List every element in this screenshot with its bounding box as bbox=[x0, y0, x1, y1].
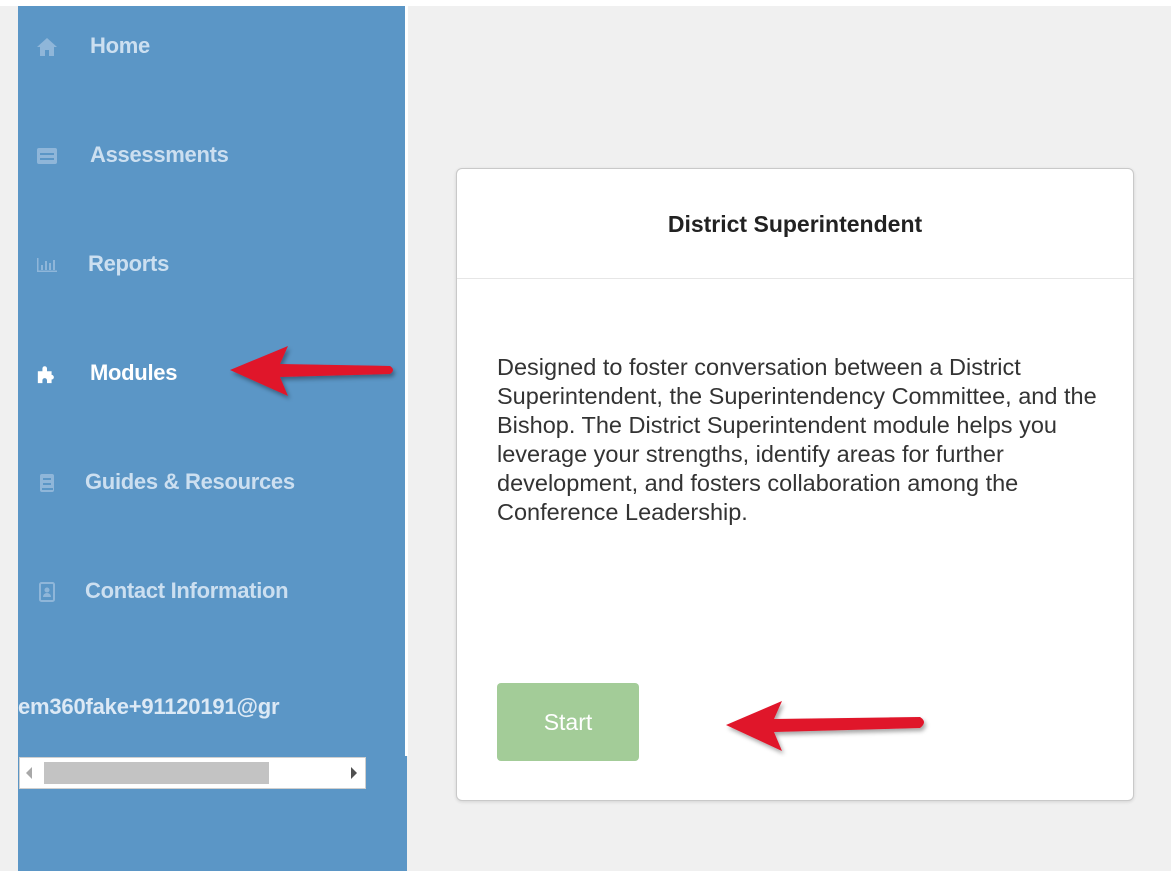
sidebar-item-label: Contact Information bbox=[85, 578, 289, 603]
sidebar-item-assessments[interactable]: Assessments bbox=[18, 135, 407, 175]
sidebar-item-contact-information[interactable]: Contact Information bbox=[18, 571, 407, 611]
sidebar-item-label: Guides & Resources bbox=[85, 469, 295, 494]
scroll-right-arrow-icon[interactable] bbox=[351, 767, 357, 779]
annotation-arrow-icon bbox=[726, 701, 924, 751]
assessments-icon bbox=[36, 145, 58, 167]
puzzle-icon bbox=[36, 363, 58, 385]
user-email: em360fake+91120191@gr bbox=[18, 694, 280, 719]
card-title: District Superintendent bbox=[667, 211, 923, 237]
sidebar-item-reports[interactable]: Reports bbox=[18, 244, 407, 284]
scroll-left-arrow-icon[interactable] bbox=[26, 767, 32, 779]
sidebar-edge bbox=[405, 6, 408, 756]
sidebar-item-label: Modules bbox=[90, 360, 178, 385]
horizontal-scrollbar[interactable] bbox=[19, 757, 366, 789]
sidebar: Home Assessments Reports Modules Guides … bbox=[18, 6, 407, 871]
sidebar-item-label: Assessments bbox=[90, 142, 229, 167]
scrollbar-thumb[interactable] bbox=[44, 762, 269, 784]
sidebar-item-home[interactable]: Home bbox=[18, 26, 407, 66]
annotation-arrow-icon bbox=[230, 346, 393, 396]
card-description: Designed to foster conversation between … bbox=[497, 354, 1097, 525]
card-divider bbox=[457, 278, 1133, 279]
home-icon bbox=[36, 36, 58, 58]
book-icon bbox=[36, 472, 58, 494]
start-button[interactable]: Start bbox=[497, 683, 639, 761]
contact-card-icon bbox=[36, 581, 58, 603]
sidebar-item-label: Home bbox=[90, 33, 150, 58]
sidebar-item-guides-resources[interactable]: Guides & Resources bbox=[18, 462, 407, 502]
sidebar-item-label: Reports bbox=[88, 251, 170, 276]
bar-chart-icon bbox=[36, 254, 58, 276]
